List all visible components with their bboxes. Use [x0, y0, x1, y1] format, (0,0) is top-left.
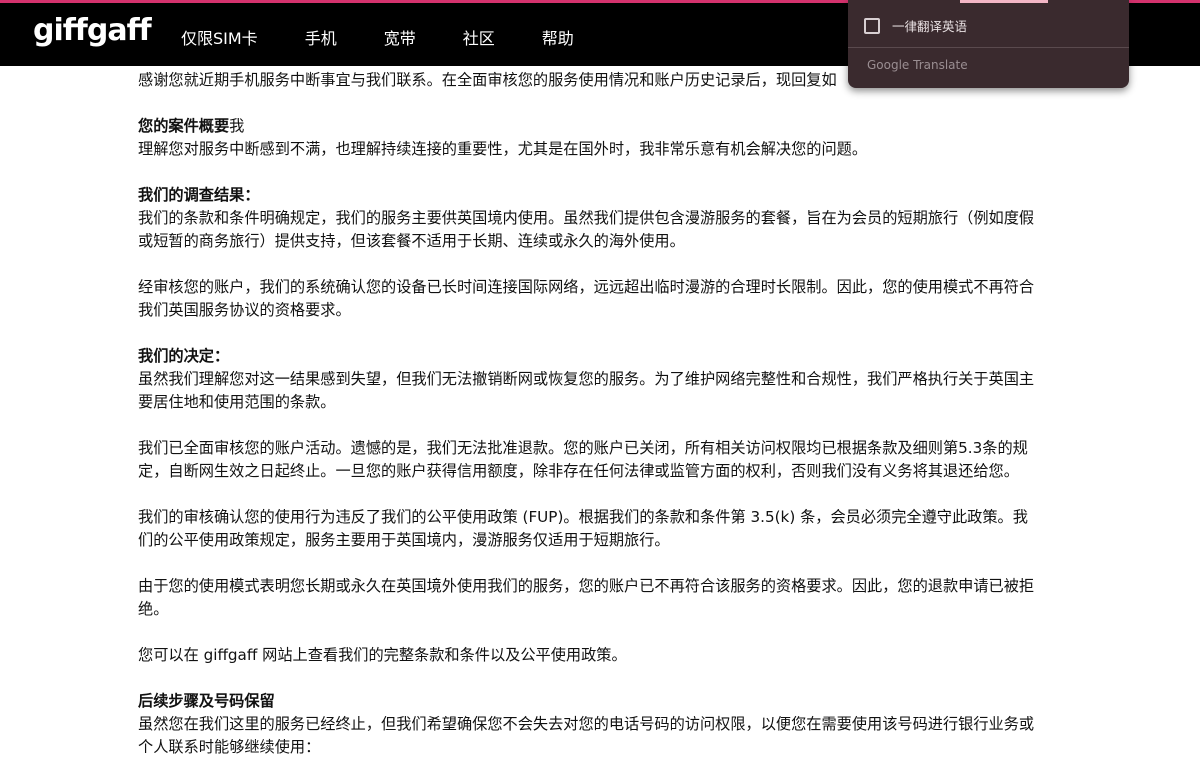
summary-heading: 您的案件概要 — [138, 117, 230, 135]
translate-popup-accent — [960, 0, 1048, 3]
main-nav: 仅限SIM卡 手机 宽带 社区 帮助 — [181, 25, 621, 49]
next-steps-heading: 后续步骤及号码保留 — [138, 692, 275, 710]
translate-popup-divider — [848, 47, 1129, 48]
nav-item-community[interactable]: 社区 — [463, 25, 495, 49]
always-translate-row[interactable]: 一律翻译英语 — [864, 16, 967, 35]
summary-text: 理解您对服务中断感到不满，也理解持续连接的重要性，尤其是在国外时，我非常乐意有机… — [138, 140, 867, 158]
decision-paragraph-4: 由于您的使用模式表明您长期或永久在英国境外使用我们的服务，您的账户已不再符合该服… — [138, 577, 1035, 618]
always-translate-label: 一律翻译英语 — [892, 19, 968, 34]
google-translate-popup: 一律翻译英语 Google Translate — [848, 0, 1129, 88]
decision-paragraph-3: 我们的审核确认您的使用行为违反了我们的公平使用政策 (FUP)。根据我们的条款和… — [138, 508, 1028, 549]
email-content: 感谢您就近期手机服务中断事宜与我们联系。在全面审核您的服务使用情况和账户历史记录… — [138, 67, 1038, 759]
decision-paragraph-5: 您可以在 giffgaff 网站上查看我们的完整条款和条件以及公平使用政策。 — [138, 646, 627, 664]
findings-heading: 我们的调查结果： — [138, 186, 260, 204]
findings-paragraph-2: 经审核您的账户，我们的系统确认您的设备已长时间连接国际网络，远远超出临时漫游的合… — [138, 278, 1035, 319]
google-translate-brand: Google Translate — [867, 58, 968, 72]
nav-item-sim-only[interactable]: 仅限SIM卡 — [181, 25, 258, 49]
decision-paragraph-2: 我们已全面审核您的账户活动。遗憾的是，我们无法批准退款。您的账户已关闭，所有相关… — [138, 439, 1028, 480]
next-steps-paragraph-1: 虽然您在我们这里的服务已经终止，但我们希望确保您不会失去对您的电话号码的访问权限… — [138, 715, 1035, 756]
nav-item-phones[interactable]: 手机 — [305, 25, 337, 49]
always-translate-checkbox[interactable] — [864, 17, 880, 34]
page: giffgaff 仅限SIM卡 手机 宽带 社区 帮助 感谢您就近期手机服务中断… — [0, 0, 1200, 773]
nav-item-help[interactable]: 帮助 — [542, 25, 574, 49]
nav-item-broadband[interactable]: 宽带 — [384, 25, 416, 49]
summary-heading-line: 您的案件概要我 — [138, 115, 1038, 138]
decision-paragraph-1: 虽然我们理解您对这一结果感到失望，但我们无法撤销断网或恢复您的服务。为了维护网络… — [138, 370, 1035, 411]
findings-paragraph-1: 我们的条款和条件明确规定，我们的服务主要供英国境内使用。虽然我们提供包含漫游服务… — [138, 209, 1035, 250]
giffgaff-logo[interactable]: giffgaff — [33, 13, 152, 48]
summary-heading-suffix: 我 — [229, 117, 245, 135]
decision-heading: 我们的决定： — [138, 347, 230, 365]
